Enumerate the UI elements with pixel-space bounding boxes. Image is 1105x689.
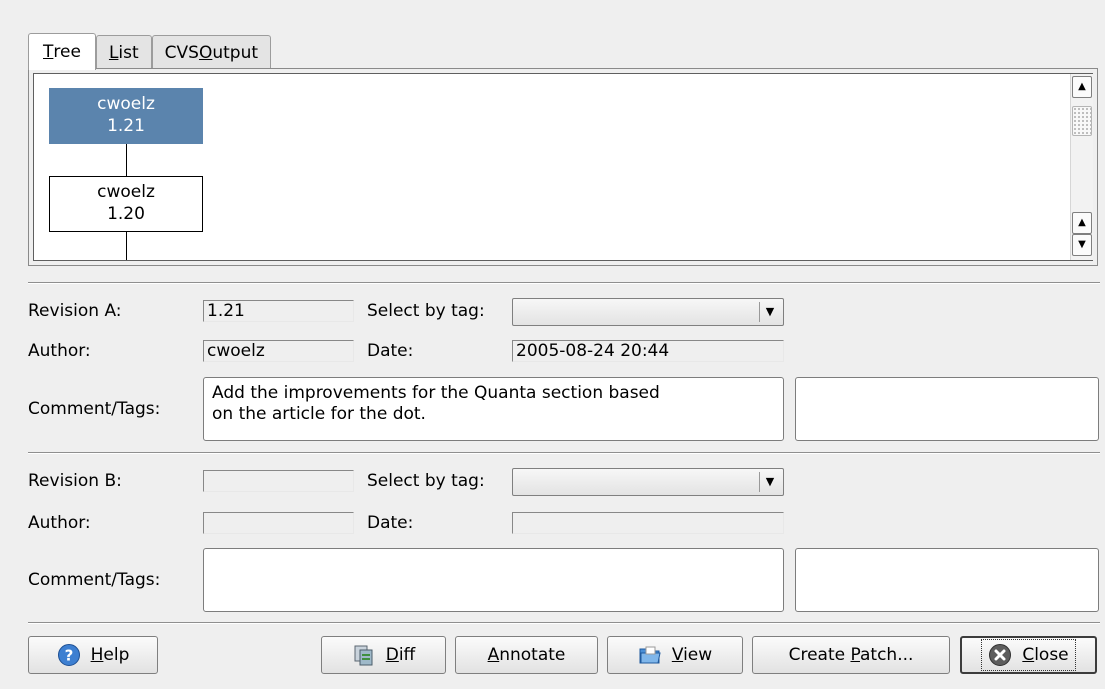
tab-bar: Tree List CVS Output — [28, 33, 272, 70]
tree-connector — [126, 144, 127, 176]
diff-button[interactable]: Diff — [321, 636, 446, 674]
date-a-label: Date: — [367, 341, 414, 361]
author-b-value — [203, 512, 354, 534]
tree-panel: cwoelz 1.21 cwoelz 1.20 ▲ ▲ ▼ — [28, 68, 1098, 266]
focus-rect: Close — [981, 639, 1076, 671]
scroll-down-icon[interactable]: ▼ — [1072, 234, 1092, 256]
vertical-scrollbar[interactable]: ▲ ▲ ▼ — [1070, 74, 1093, 260]
scrollbar-thumb[interactable] — [1072, 106, 1092, 136]
tab-list[interactable]: List — [95, 35, 152, 70]
help-button[interactable]: ? Help — [28, 636, 158, 674]
tab-cvs-output[interactable]: CVS Output — [151, 35, 272, 70]
comment-a-field[interactable]: Add the improvements for the Quanta sect… — [203, 377, 784, 441]
close-icon — [989, 644, 1012, 666]
date-b-value — [512, 512, 784, 534]
date-a-value: 2005-08-24 20:44 — [512, 340, 784, 362]
tree-connector — [126, 232, 127, 260]
select-by-tag-a-combo[interactable]: ▼ — [512, 298, 784, 326]
tags-a-field[interactable] — [795, 377, 1099, 441]
select-by-tag-b-label: Select by tag: — [367, 471, 485, 491]
chevron-down-icon: ▼ — [759, 302, 780, 322]
select-by-tag-b-combo[interactable]: ▼ — [512, 468, 784, 496]
chevron-down-icon: ▼ — [759, 472, 780, 492]
create-patch-button[interactable]: Create Patch... — [752, 636, 950, 674]
close-button[interactable]: Close — [960, 636, 1097, 674]
comment-b-label: Comment/Tags: — [28, 570, 161, 590]
annotate-button[interactable]: Annotate — [455, 636, 598, 674]
tree-node[interactable]: cwoelz 1.20 — [49, 176, 203, 232]
view-button[interactable]: View — [607, 636, 743, 674]
comment-a-label: Comment/Tags: — [28, 399, 161, 419]
scroll-up-icon[interactable]: ▲ — [1072, 212, 1092, 234]
author-a-value: cwoelz — [203, 340, 354, 362]
help-icon: ? — [57, 644, 80, 666]
tags-b-field[interactable] — [795, 548, 1099, 612]
author-b-label: Author: — [28, 513, 91, 533]
revision-b-label: Revision B: — [28, 471, 122, 491]
divider — [28, 623, 1100, 624]
scroll-up-icon[interactable]: ▲ — [1072, 76, 1092, 98]
revision-a-value: 1.21 — [203, 300, 354, 322]
tree-node-selected[interactable]: cwoelz 1.21 — [49, 88, 203, 144]
select-by-tag-a-label: Select by tag: — [367, 301, 485, 321]
tab-tree[interactable]: Tree — [28, 33, 96, 70]
diff-icon — [354, 645, 373, 666]
revision-a-label: Revision A: — [28, 301, 122, 321]
comment-b-field[interactable] — [203, 548, 784, 612]
revision-b-value — [203, 470, 354, 492]
divider — [28, 283, 1100, 284]
view-icon — [639, 646, 661, 664]
svg-text:?: ? — [64, 647, 73, 665]
revision-tree-view[interactable]: cwoelz 1.21 cwoelz 1.20 ▲ ▲ ▼ — [33, 73, 1093, 261]
author-a-label: Author: — [28, 341, 91, 361]
divider — [28, 453, 1100, 454]
date-b-label: Date: — [367, 513, 414, 533]
